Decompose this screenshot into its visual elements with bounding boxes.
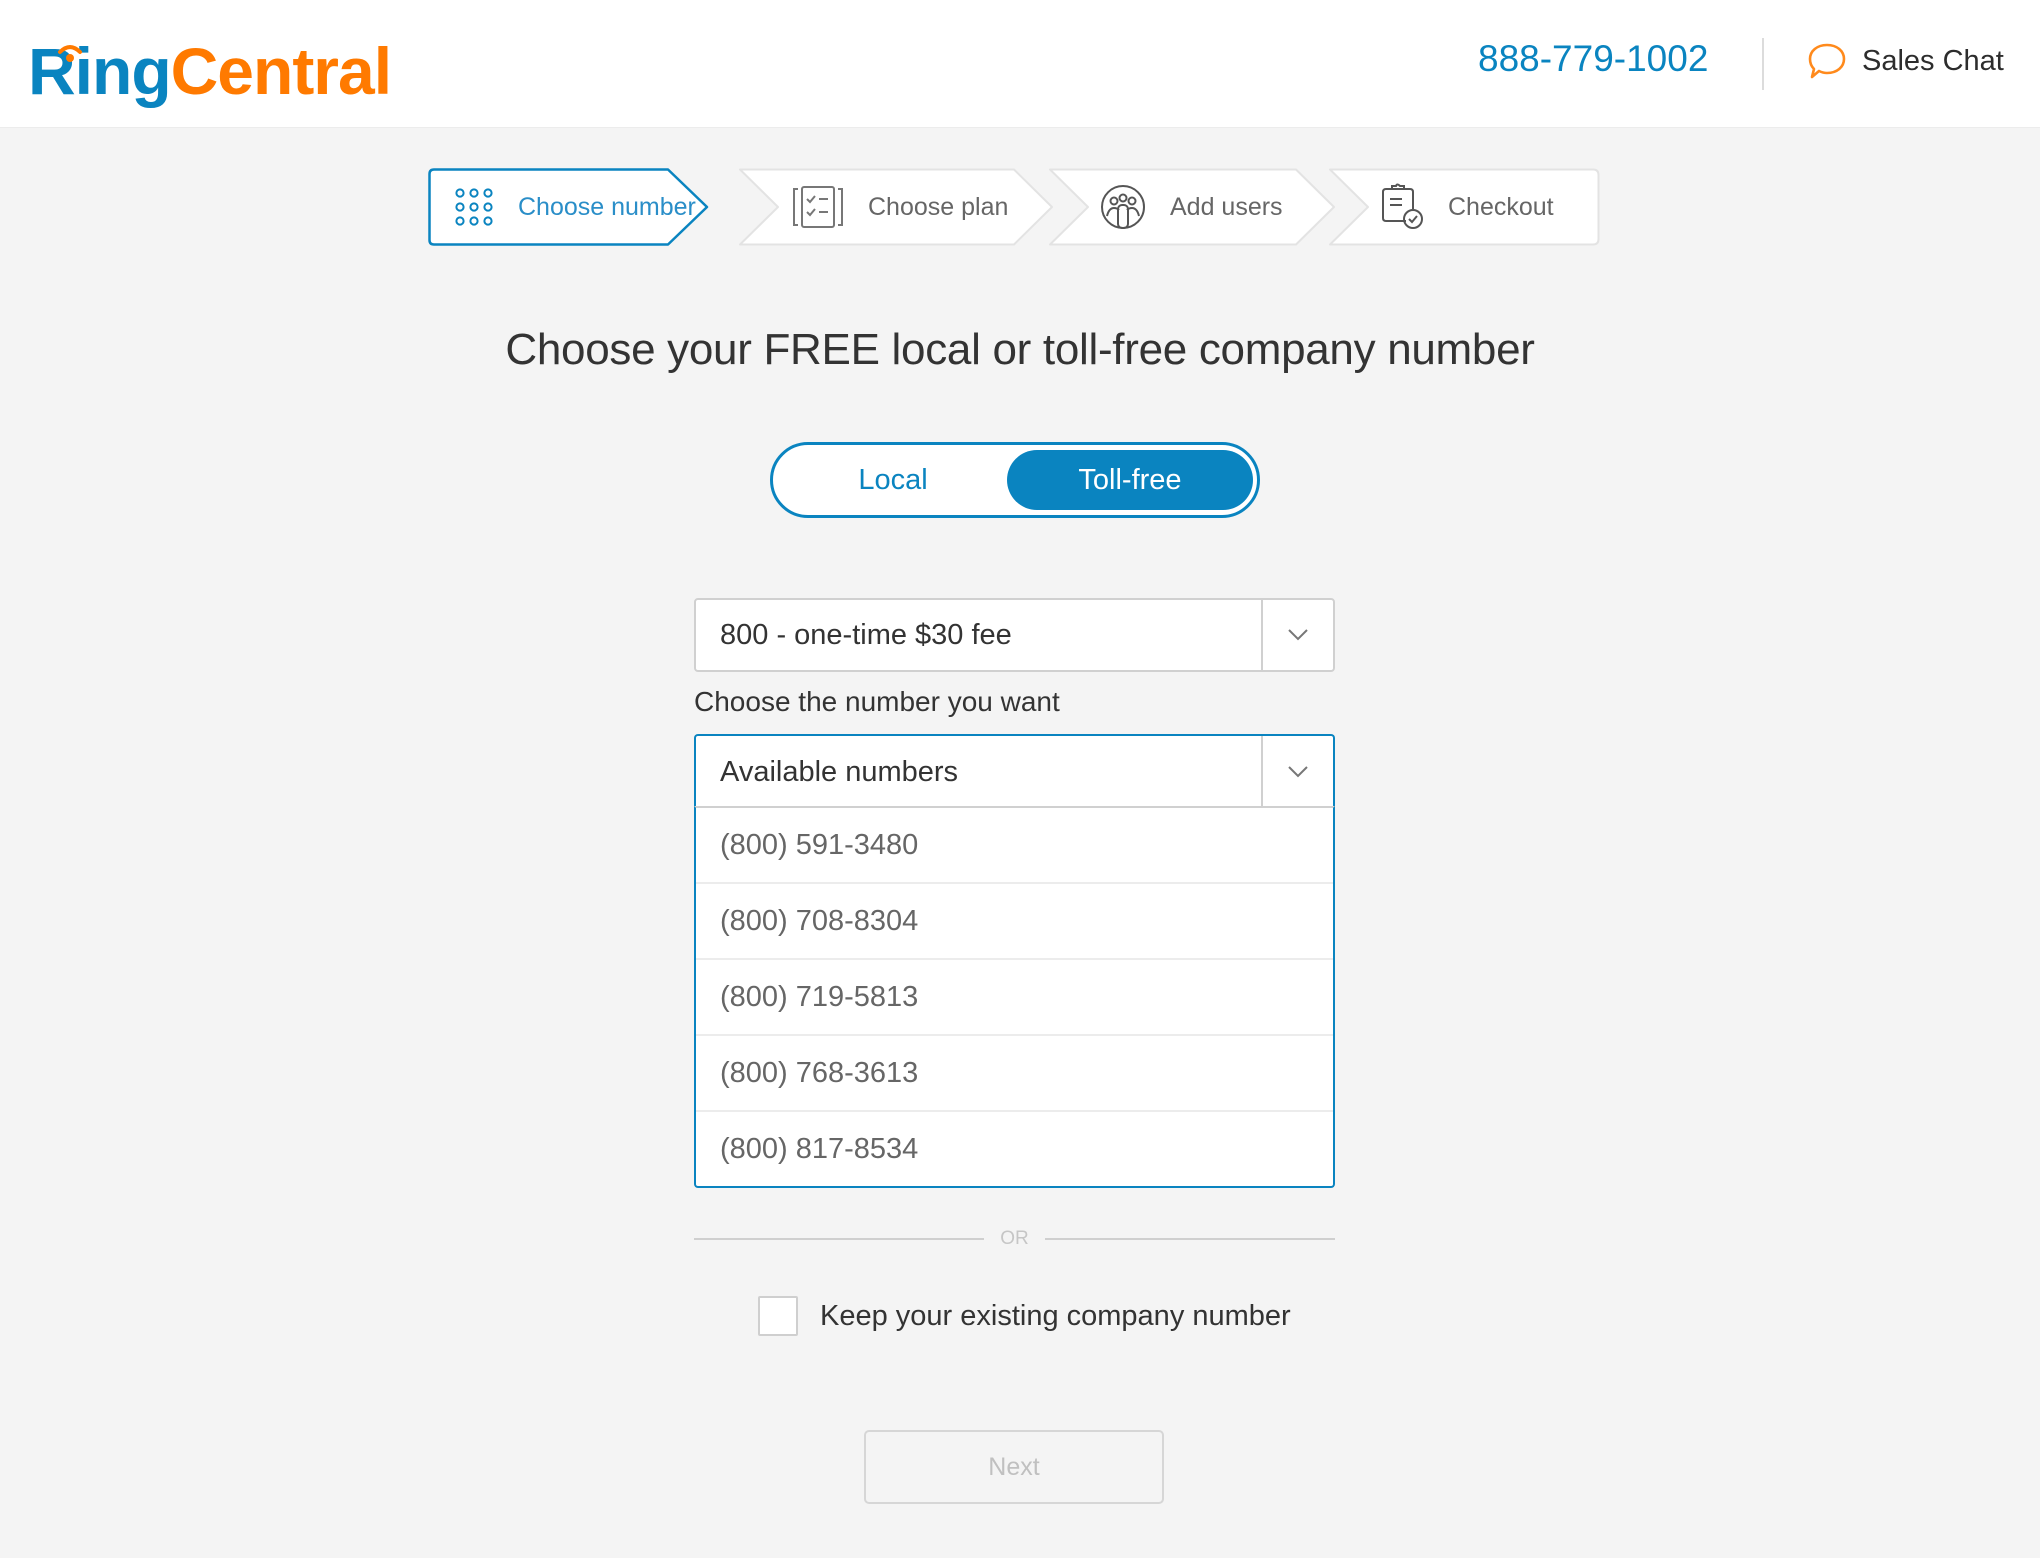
keep-existing-number-checkbox[interactable] bbox=[758, 1296, 798, 1336]
step-label: Checkout bbox=[1448, 192, 1554, 221]
logo-part2: Central bbox=[170, 34, 392, 108]
number-option[interactable]: (800) 768-3613 bbox=[696, 1036, 1333, 1112]
header: Ring Central 888-779-1002 Sales Chat bbox=[0, 0, 2040, 128]
chat-bubble-icon bbox=[1808, 43, 1846, 79]
step-label: Choose number bbox=[518, 192, 696, 221]
sales-phone-link[interactable]: 888-779-1002 bbox=[1478, 38, 1708, 80]
clipboard-check-icon bbox=[1382, 183, 1423, 229]
ringcentral-logo[interactable]: Ring Central bbox=[28, 24, 392, 108]
chevron-down-icon bbox=[1288, 766, 1308, 778]
sales-chat-label: Sales Chat bbox=[1862, 44, 2004, 77]
page-title: Choose your FREE local or toll-free comp… bbox=[505, 325, 1535, 374]
prefix-select-value: 800 - one-time $30 fee bbox=[720, 618, 1012, 651]
checklist-icon bbox=[793, 186, 843, 228]
separator-line bbox=[694, 1238, 985, 1240]
prefix-select-arrow[interactable] bbox=[1261, 600, 1333, 670]
checkout-stepper: Choose number Choose plan Add users Chec… bbox=[428, 168, 1600, 246]
header-divider bbox=[1762, 38, 1764, 90]
signal-icon bbox=[58, 45, 82, 62]
number-option[interactable]: (800) 708-8304 bbox=[696, 884, 1333, 960]
available-numbers-arrow[interactable] bbox=[1261, 736, 1333, 808]
toggle-toll-free[interactable]: Toll-free bbox=[1007, 450, 1253, 510]
prefix-select[interactable]: 800 - one-time $30 fee bbox=[694, 598, 1335, 672]
keypad-icon bbox=[455, 188, 493, 226]
number-select-label: Choose the number you want bbox=[694, 686, 1060, 717]
or-label: OR bbox=[1000, 1228, 1029, 1249]
step-choose-number[interactable]: Choose number bbox=[428, 168, 750, 246]
toggle-local[interactable]: Local bbox=[778, 450, 1008, 510]
step-choose-plan[interactable]: Choose plan bbox=[738, 168, 1074, 246]
next-button[interactable]: Next bbox=[864, 1430, 1164, 1504]
available-numbers-dropdown: (800) 591-3480 (800) 708-8304 (800) 719-… bbox=[694, 806, 1335, 1188]
available-numbers-select[interactable]: Available numbers bbox=[694, 734, 1335, 808]
separator-line bbox=[1044, 1238, 1335, 1240]
logo-part1: Ring bbox=[28, 34, 172, 108]
number-type-toggle: Local Toll-free bbox=[770, 442, 1260, 518]
step-label: Choose plan bbox=[868, 192, 1009, 221]
number-option[interactable]: (800) 817-8534 bbox=[696, 1112, 1333, 1186]
users-icon bbox=[1101, 185, 1145, 229]
sales-chat-button[interactable]: Sales Chat bbox=[1806, 40, 2004, 82]
number-option[interactable]: (800) 591-3480 bbox=[696, 808, 1333, 884]
number-option[interactable]: (800) 719-5813 bbox=[696, 960, 1333, 1036]
keep-existing-number-option[interactable]: Keep your existing company number bbox=[758, 1296, 1291, 1336]
step-label: Add users bbox=[1170, 192, 1283, 221]
chevron-down-icon bbox=[1288, 629, 1308, 641]
step-add-users[interactable]: Add users bbox=[1048, 168, 1348, 246]
logo-ring-text: Ring bbox=[28, 38, 172, 104]
available-numbers-placeholder: Available numbers bbox=[720, 755, 959, 788]
step-checkout[interactable]: Checkout bbox=[1328, 168, 1600, 246]
or-separator: OR bbox=[694, 1224, 1335, 1254]
keep-existing-number-label: Keep your existing company number bbox=[820, 1299, 1291, 1332]
